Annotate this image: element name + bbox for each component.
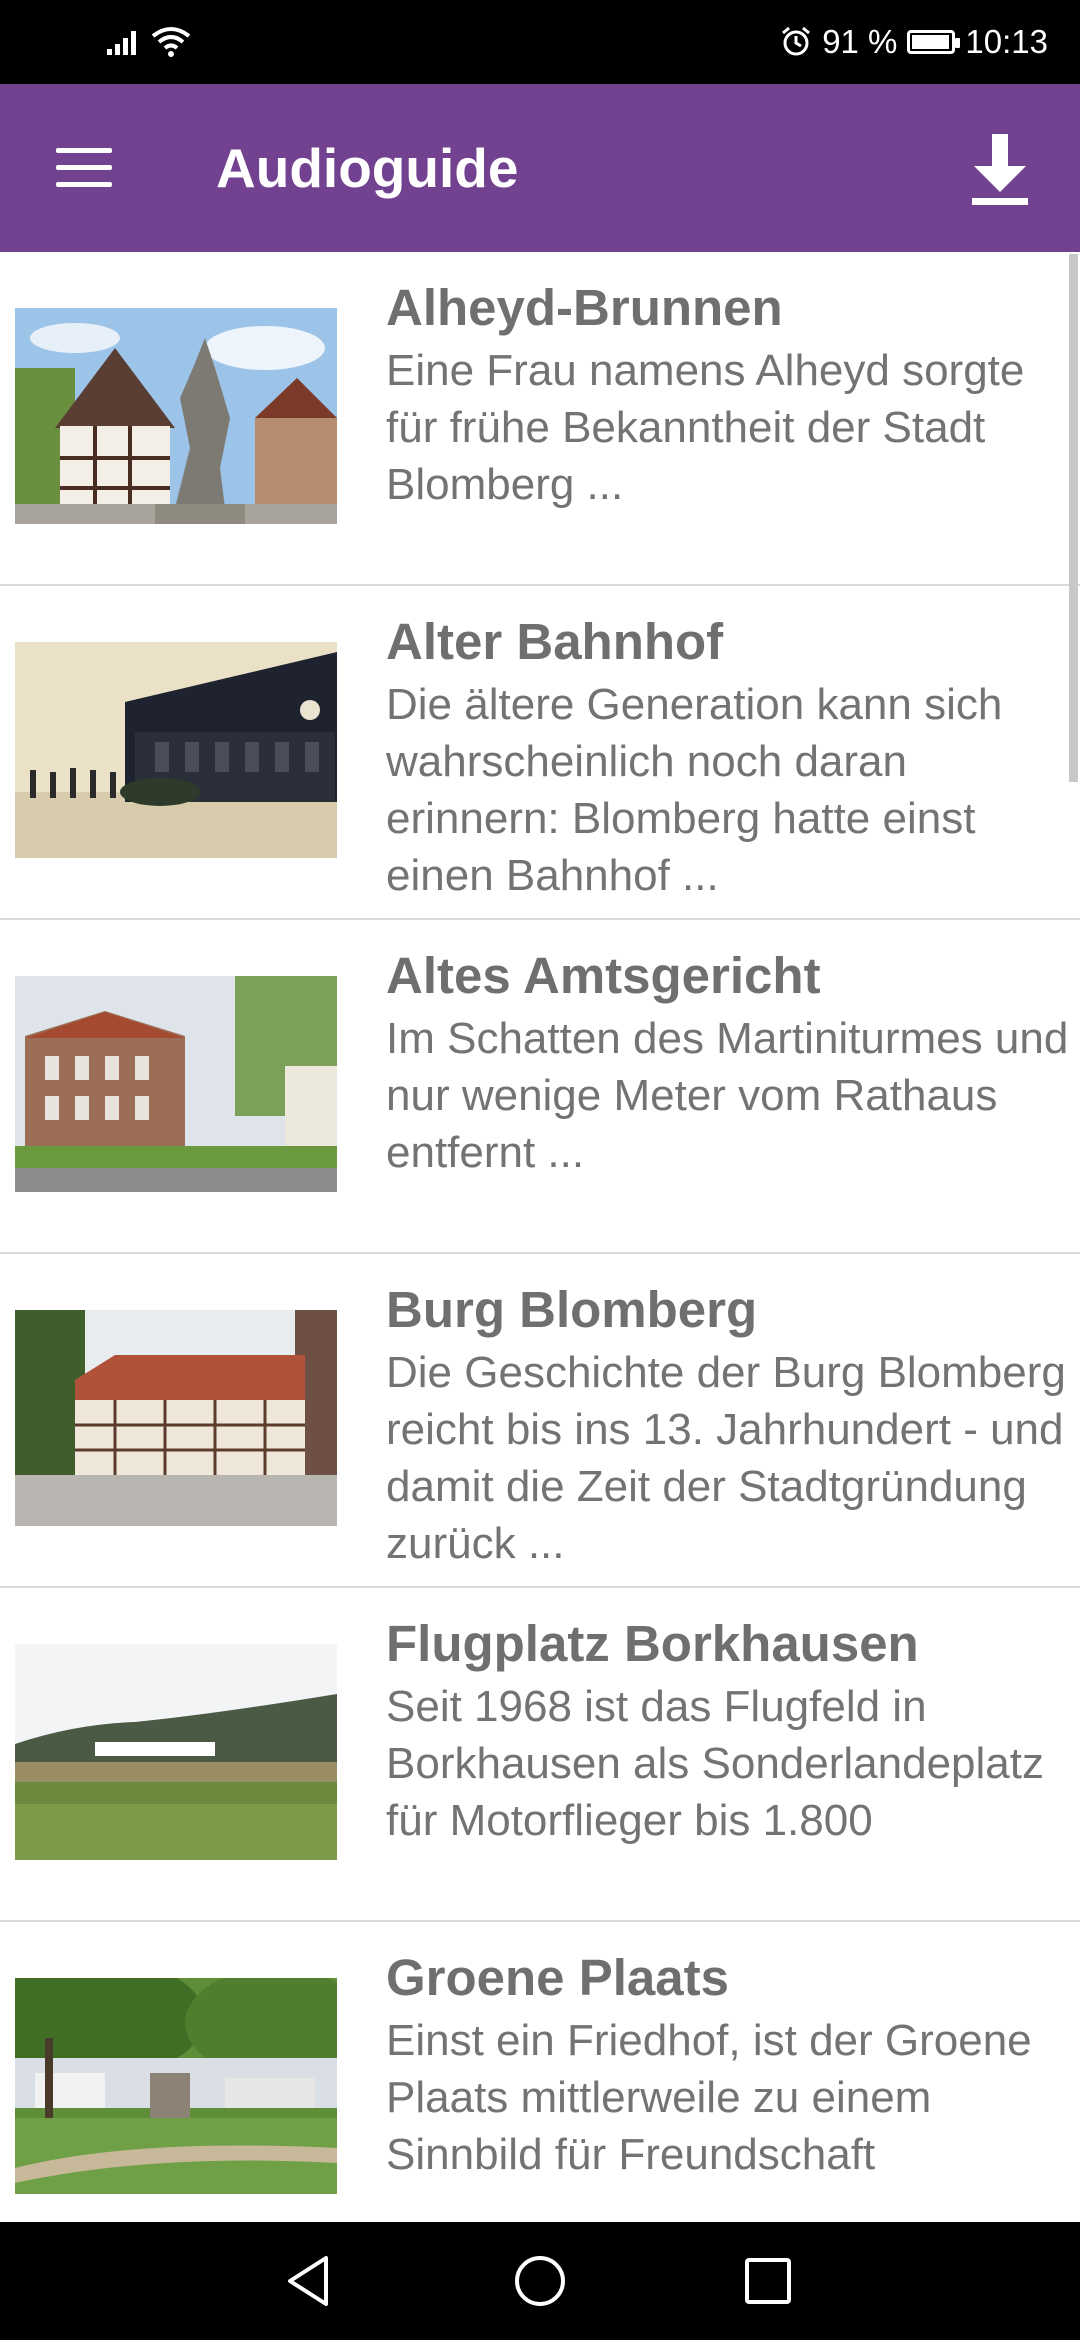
home-icon[interactable] (505, 2246, 575, 2316)
list-item[interactable]: Altes Amtsgericht Im Schatten des Martin… (0, 920, 1080, 1254)
burg-blomberg-thumbnail (15, 1310, 337, 1526)
status-left (105, 18, 191, 66)
list-item[interactable]: Burg Blomberg Die Geschichte der Burg Bl… (0, 1254, 1080, 1588)
alarm-icon (782, 26, 811, 56)
list-item[interactable]: Alter Bahnhof Die ältere Generation kann… (0, 586, 1080, 920)
signal-icon (107, 31, 136, 55)
altes-amtsgericht-thumbnail (15, 976, 337, 1192)
alheyd-brunnen-thumbnail (15, 308, 337, 524)
item-description: Seit 1968 ist das Flugfeld in Borkhausen… (386, 1682, 1045, 1845)
groene-plaats-thumbnail (15, 1978, 337, 2194)
item-description: Einst ein Friedhof, ist der Groene Plaat… (386, 2016, 1032, 2179)
wifi-icon (151, 27, 191, 57)
back-icon[interactable] (276, 2246, 346, 2316)
clock: 10:13 (965, 23, 1048, 60)
item-title: Alter Bahnhof (386, 613, 724, 670)
recent-apps-icon[interactable] (733, 2246, 803, 2316)
list-item[interactable]: Flugplatz Borkhausen Seit 1968 ist das F… (0, 1588, 1080, 1922)
battery-percent: 91 % (822, 23, 898, 60)
item-description: Eine Frau namens Alheyd sorgte für frühe… (386, 346, 1025, 509)
item-description: Die Geschichte der Burg Blomberg reicht … (386, 1348, 1066, 1562)
app-bar: Audioguide (0, 84, 1080, 252)
page-title: Audioguide (216, 137, 519, 199)
hamburger-menu-icon[interactable] (34, 124, 122, 212)
item-description: Die ältere Generation kann sich wahrsche… (386, 680, 1003, 894)
download-icon[interactable] (954, 122, 1046, 214)
system-navigation-bar (0, 2222, 1080, 2340)
item-title: Altes Amtsgericht (386, 947, 821, 1004)
item-title: Groene Plaats (386, 1949, 729, 2006)
list-item[interactable]: Alheyd-Brunnen Eine Frau namens Alheyd s… (0, 252, 1080, 586)
status-right: 91 % 10:13 (780, 16, 1048, 68)
audioguide-list[interactable]: Alheyd-Brunnen Eine Frau namens Alheyd s… (0, 252, 1080, 2222)
item-title: Alheyd-Brunnen (386, 279, 783, 336)
scrollbar[interactable] (1069, 254, 1078, 782)
item-title: Burg Blomberg (386, 1281, 758, 1338)
item-title: Flugplatz Borkhausen (386, 1615, 919, 1672)
status-bar: 91 % 10:13 (0, 0, 1080, 84)
flugplatz-borkhausen-thumbnail (15, 1644, 337, 1860)
alter-bahnhof-thumbnail (15, 642, 337, 858)
battery-charging-icon (907, 30, 961, 54)
item-description: Im Schatten des Martiniturmes und nur we… (386, 1014, 1069, 1177)
list-item[interactable]: Groene Plaats Einst ein Friedhof, ist de… (0, 1922, 1080, 2222)
